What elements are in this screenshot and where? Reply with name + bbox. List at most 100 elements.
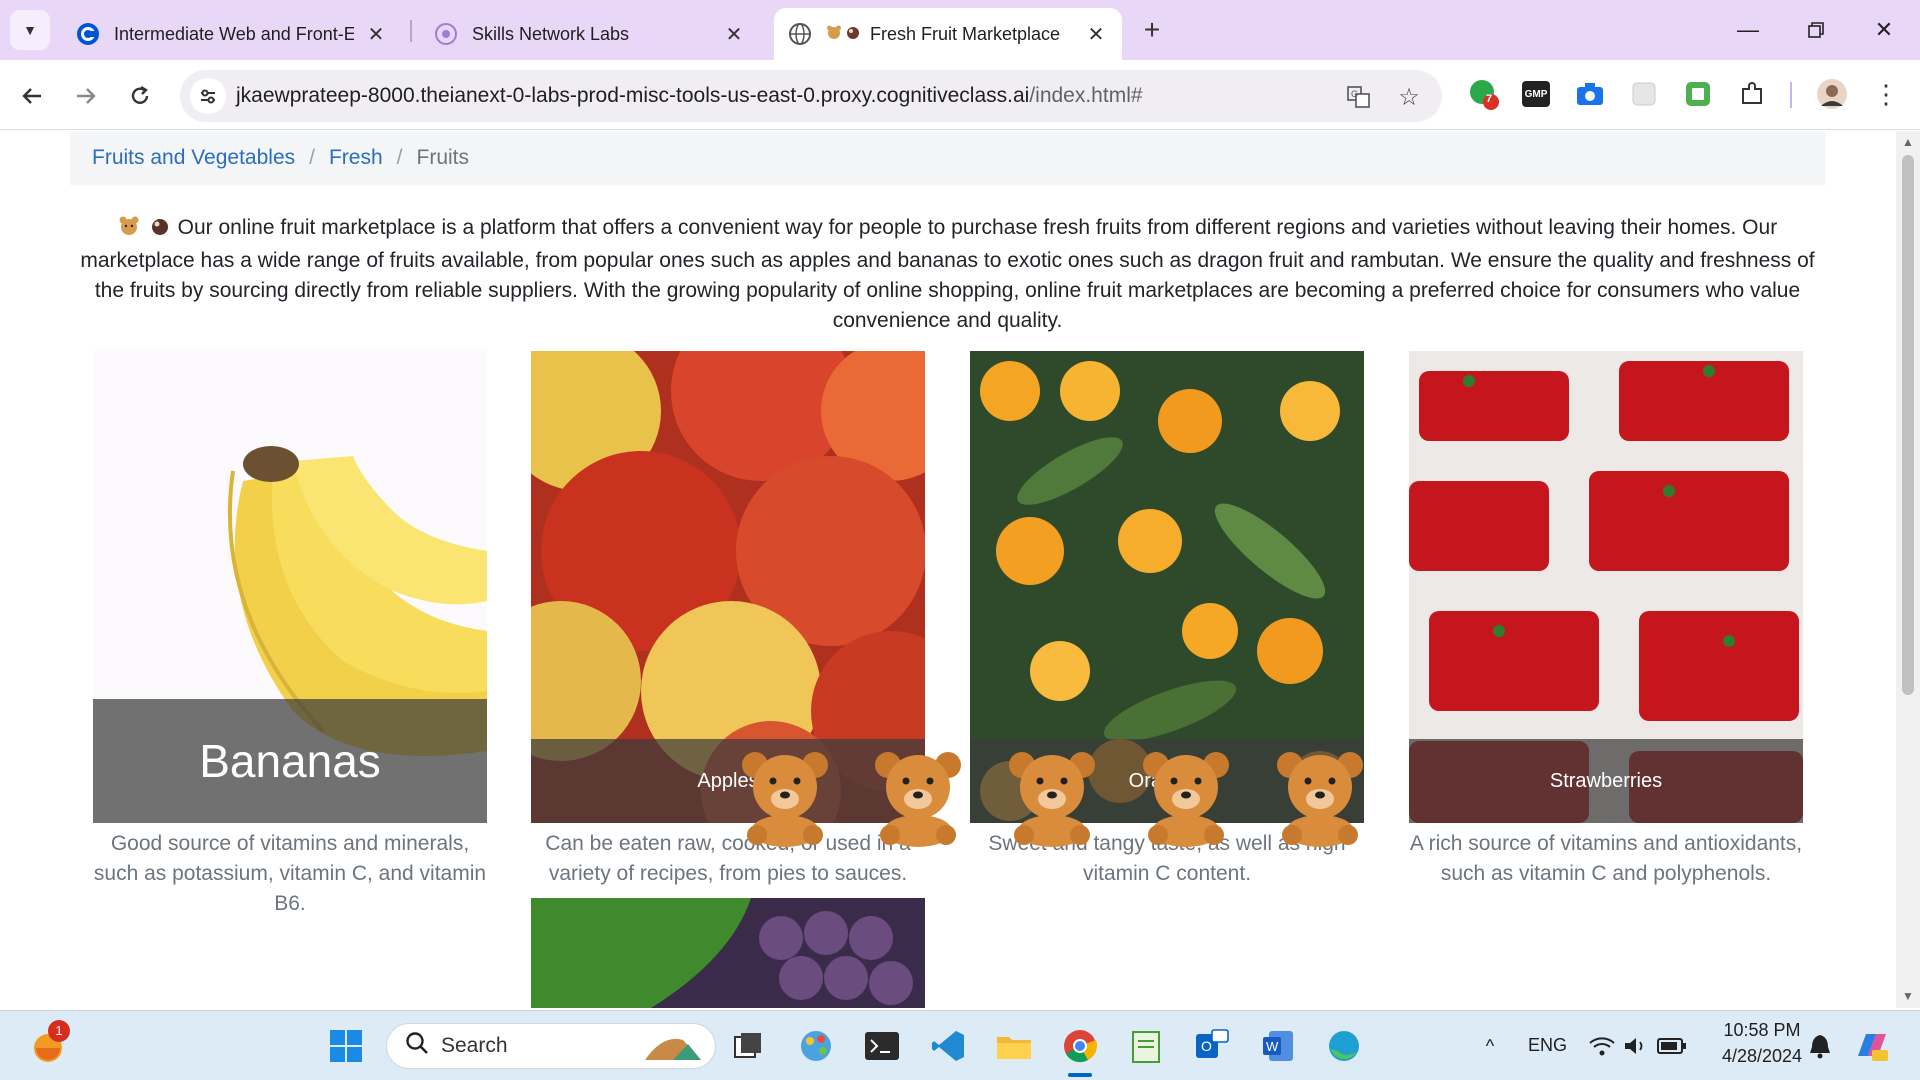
extension-badge: 7 bbox=[1486, 93, 1493, 105]
gmp-extension-icon[interactable]: GMP bbox=[1518, 76, 1554, 112]
outlook-new-icon[interactable]: O bbox=[1192, 1026, 1232, 1066]
tab-separator bbox=[410, 20, 412, 42]
grapes-illustration bbox=[531, 898, 913, 1008]
minimize-icon[interactable]: — bbox=[1718, 10, 1778, 50]
intro-paragraph: Our online fruit marketplace is a platfo… bbox=[70, 213, 1825, 336]
copilot-icon[interactable] bbox=[1852, 1026, 1892, 1066]
teddy-bear-icon bbox=[735, 747, 835, 847]
windows-start-icon[interactable] bbox=[326, 1026, 366, 1066]
forward-arrow-icon[interactable] bbox=[66, 76, 106, 116]
toolbar-divider bbox=[1790, 82, 1792, 108]
tab-title: Skills Network Labs bbox=[472, 23, 630, 44]
bear-emoji-icon bbox=[118, 215, 140, 246]
chevron-down-icon: ▼ bbox=[23, 22, 37, 38]
extension-green-icon[interactable]: 7 bbox=[1466, 76, 1502, 112]
close-icon[interactable]: ✕ bbox=[1084, 22, 1108, 47]
coursera-icon bbox=[76, 22, 100, 46]
breadcrumb-current: Fruits bbox=[416, 146, 470, 169]
fruit-card-apples[interactable]: Apples Can be eaten raw, cooked, or used… bbox=[531, 351, 925, 889]
edge-icon[interactable] bbox=[1324, 1026, 1364, 1066]
back-arrow-icon[interactable] bbox=[12, 76, 52, 116]
search-highlight-icon bbox=[643, 1030, 703, 1070]
url-host: jkaewprateep-8000.theianext-0-labs-prod-… bbox=[236, 84, 1030, 107]
url-path: /index.html# bbox=[1029, 84, 1143, 107]
language-indicator[interactable]: ENG bbox=[1528, 1035, 1567, 1056]
tab-search-button[interactable]: ▼ bbox=[10, 10, 50, 50]
breadcrumb-link-fruits-and-vegetables[interactable]: Fruits and Vegetables bbox=[92, 146, 295, 170]
breadcrumb-separator: / bbox=[396, 146, 403, 169]
notepad-icon[interactable] bbox=[1126, 1026, 1166, 1066]
task-view-icon[interactable] bbox=[728, 1026, 768, 1066]
scroll-up-icon[interactable]: ▲ bbox=[1902, 135, 1914, 149]
teddy-bear-icon bbox=[1270, 747, 1370, 847]
notification-badge: 1 bbox=[48, 1020, 70, 1042]
globe-icon bbox=[788, 22, 812, 46]
extension-grey-icon[interactable] bbox=[1626, 76, 1662, 112]
new-tab-button[interactable]: + bbox=[1136, 14, 1168, 46]
more-menu-icon[interactable]: ⋮ bbox=[1868, 76, 1904, 112]
strawberries-image: Strawberries bbox=[1409, 351, 1803, 823]
page-content: Fruits and Vegetables / Fresh / Fruits O… bbox=[0, 131, 1896, 1008]
ball-emoji-icon bbox=[846, 24, 860, 45]
teddy-bear-icon bbox=[1002, 747, 1102, 847]
fruit-description: Can be eaten raw, cooked, or used in a v… bbox=[545, 832, 911, 885]
page-scrollbar[interactable]: ▲ ▼ bbox=[1896, 131, 1920, 1008]
paint-icon[interactable] bbox=[796, 1026, 836, 1066]
close-icon[interactable]: ✕ bbox=[722, 22, 746, 47]
reload-icon[interactable] bbox=[120, 76, 160, 116]
clock-time[interactable]: 10:58 PM bbox=[1712, 1020, 1812, 1041]
teddy-bear-icon bbox=[1136, 747, 1236, 847]
extension-print-icon[interactable] bbox=[1680, 76, 1716, 112]
search-placeholder: Search bbox=[441, 1034, 508, 1057]
svg-text:W: W bbox=[1266, 1039, 1279, 1054]
extensions-puzzle-icon[interactable] bbox=[1734, 76, 1770, 112]
fruit-description: A rich source of vitamins and antioxidan… bbox=[1409, 832, 1803, 885]
file-explorer-icon[interactable] bbox=[994, 1026, 1034, 1066]
chrome-icon[interactable] bbox=[1060, 1026, 1100, 1066]
notification-center-icon[interactable] bbox=[1800, 1026, 1840, 1066]
bear-emoji-icon bbox=[826, 24, 842, 45]
word-icon[interactable]: W bbox=[1258, 1026, 1298, 1066]
windows-taskbar: 1 Search O W ^ ENG 10:58 PM 4/28/2024 bbox=[0, 1010, 1920, 1080]
scrollbar-thumb[interactable] bbox=[1902, 155, 1914, 695]
url-text[interactable]: jkaewprateep-8000.theianext-0-labs-prod-… bbox=[236, 84, 1143, 108]
close-window-icon[interactable]: ✕ bbox=[1854, 10, 1914, 50]
tab-strip: ▼ Intermediate Web and Front-En ✕ Skills… bbox=[0, 0, 1920, 60]
tab-fresh-fruit-marketplace[interactable]: Fresh Fruit Marketplace ✕ bbox=[774, 8, 1122, 60]
tab-intermediate-web[interactable]: Intermediate Web and Front-En ✕ bbox=[62, 8, 402, 60]
weather-widget-icon[interactable]: 1 bbox=[28, 1020, 70, 1066]
volume-icon[interactable] bbox=[1616, 1026, 1656, 1066]
profile-avatar[interactable] bbox=[1814, 76, 1850, 112]
close-icon[interactable]: ✕ bbox=[364, 22, 388, 47]
fruit-caption: Apples bbox=[531, 739, 925, 823]
fruit-card-grapes[interactable] bbox=[531, 898, 925, 1008]
scroll-down-icon[interactable]: ▼ bbox=[1902, 989, 1914, 1003]
ball-emoji-icon bbox=[150, 216, 170, 246]
show-hidden-icons-icon[interactable]: ^ bbox=[1470, 1026, 1510, 1066]
fruit-caption: Strawberries bbox=[1409, 739, 1803, 823]
fruit-card-bananas[interactable]: Bananas Good source of vitamins and mine… bbox=[93, 351, 487, 919]
terminal-icon[interactable] bbox=[862, 1026, 902, 1066]
grapes-image bbox=[531, 898, 925, 1008]
translate-icon[interactable]: G bbox=[1344, 82, 1374, 112]
address-bar[interactable]: jkaewprateep-8000.theianext-0-labs-prod-… bbox=[180, 70, 1442, 122]
taskbar-search[interactable]: Search bbox=[386, 1023, 716, 1069]
clock-date[interactable]: 4/28/2024 bbox=[1712, 1046, 1812, 1067]
skills-network-icon bbox=[434, 22, 458, 46]
breadcrumb-link-fresh[interactable]: Fresh bbox=[329, 146, 383, 170]
breadcrumb: Fruits and Vegetables / Fresh / Fruits bbox=[70, 131, 1825, 185]
battery-icon[interactable] bbox=[1652, 1026, 1692, 1066]
restore-icon[interactable] bbox=[1786, 10, 1846, 50]
fruit-card-strawberries[interactable]: Strawberries A rich source of vitamins a… bbox=[1409, 351, 1803, 889]
active-app-indicator bbox=[1068, 1073, 1092, 1077]
bookmark-star-icon[interactable]: ☆ bbox=[1394, 82, 1424, 112]
site-info-icon[interactable] bbox=[190, 78, 226, 114]
breadcrumb-separator: / bbox=[309, 146, 315, 169]
camera-icon[interactable] bbox=[1572, 76, 1608, 112]
browser-toolbar: jkaewprateep-8000.theianext-0-labs-prod-… bbox=[0, 60, 1920, 130]
bananas-image: Bananas bbox=[93, 351, 487, 823]
tab-skills-network[interactable]: Skills Network Labs ✕ bbox=[420, 8, 760, 60]
tab-title: Intermediate Web and Front-En bbox=[114, 23, 354, 44]
vscode-icon[interactable] bbox=[928, 1026, 968, 1066]
svg-text:O: O bbox=[1201, 1038, 1212, 1054]
